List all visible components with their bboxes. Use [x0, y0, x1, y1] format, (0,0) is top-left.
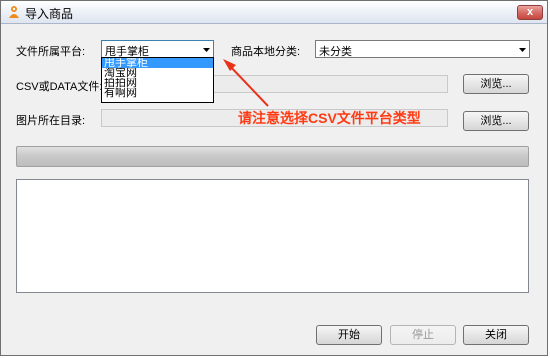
category-selected-value: 未分类 [319, 46, 352, 58]
chevron-down-icon[interactable] [518, 45, 527, 54]
platform-select[interactable]: 甩手掌柜 [101, 40, 214, 58]
dropdown-option[interactable]: 拍拍网 [102, 78, 213, 88]
start-button[interactable]: 开始 [316, 325, 382, 345]
platform-dropdown-list: 甩手掌柜 淘宝网 拍拍网 有啊网 [101, 57, 214, 103]
stop-button[interactable]: 停止 [390, 325, 456, 345]
dropdown-option[interactable]: 淘宝网 [102, 68, 213, 78]
dropdown-option[interactable]: 有啊网 [102, 88, 213, 98]
log-output-area[interactable] [16, 179, 529, 293]
annotation-text: 请注意选择CSV文件平台类型 [238, 110, 421, 126]
window-title: 导入商品 [25, 7, 74, 21]
dropdown-option[interactable]: 甩手掌柜 [102, 58, 213, 68]
csv-browse-button[interactable]: 浏览... [463, 74, 529, 94]
annotation-arrow-icon [223, 59, 269, 107]
platform-label: 文件所属平台: [16, 46, 86, 58]
image-dir-browse-button[interactable]: 浏览... [463, 111, 529, 131]
app-icon [9, 6, 19, 18]
progress-bar [16, 146, 529, 167]
title-bar: 导入商品 x [1, 1, 547, 24]
chevron-down-icon[interactable] [202, 45, 211, 54]
category-select[interactable]: 未分类 [315, 40, 530, 58]
close-button[interactable]: 关闭 [463, 325, 529, 345]
csv-file-label: CSV或DATA文件: [16, 81, 103, 93]
window-close-button[interactable]: x [517, 5, 543, 20]
import-products-dialog: 导入商品 x 文件所属平台: 甩手掌柜 商品本地分类: 未分类 CSV或DATA… [0, 0, 548, 356]
image-dir-label: 图片所在目录: [16, 115, 86, 127]
